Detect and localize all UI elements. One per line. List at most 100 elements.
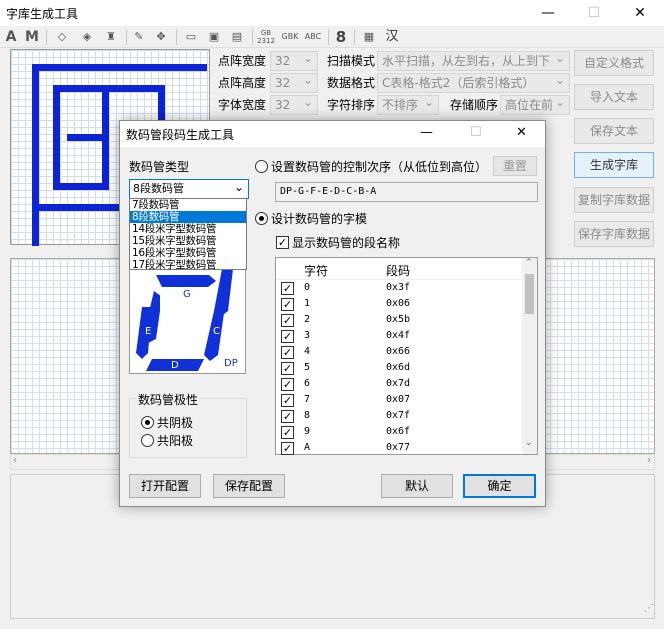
row-checkbox[interactable]: ✓ [281, 426, 294, 439]
dialog-title-bar: 数码管段码生成工具 — ☐ ✕ [120, 121, 545, 147]
scroll-left-icon[interactable]: ‹ [13, 455, 17, 466]
row-checkbox[interactable]: ✓ [281, 362, 294, 375]
table-row[interactable]: ✓ 8 0x7f [276, 408, 522, 424]
dropdown-option[interactable]: 7段数码管 [130, 199, 246, 211]
row-code: 0x3f [386, 282, 411, 293]
data-format-select[interactable]: C表格-格式2（后索引格式） [377, 73, 570, 93]
dot-height-select[interactable]: 32 [270, 73, 318, 93]
dropdown-option-selected[interactable]: 8段数码管 [130, 211, 246, 223]
row-checkbox[interactable]: ✓ [281, 330, 294, 343]
row-checkbox[interactable]: ✓ [281, 378, 294, 391]
save-as-icon[interactable]: ▤ [228, 28, 246, 46]
dropdown-option[interactable]: 16段米字型数码管 [130, 247, 246, 259]
row-char: 4 [304, 346, 311, 357]
dialog-close-button[interactable]: ✕ [516, 125, 527, 140]
custom-format-button[interactable]: 自定义格式 [574, 50, 654, 76]
row-checkbox[interactable]: ✓ [281, 298, 294, 311]
dialog-minimize-button[interactable]: — [420, 125, 433, 140]
save-config-button[interactable]: 保存配置 [213, 474, 285, 498]
scroll-down-icon[interactable]: ⌄ [525, 438, 533, 448]
table-row[interactable]: ✓ 3 0x4f [276, 328, 522, 344]
column-header-code[interactable]: 段码 [386, 262, 410, 279]
generate-font-button[interactable]: 生成字库 [574, 152, 654, 178]
design-glyph-radio[interactable] [255, 212, 268, 225]
abc-tool[interactable]: ABC [303, 28, 323, 46]
dropdown-option[interactable]: 17段米字型数码管 [130, 259, 246, 271]
list-header: 字符 段码 [276, 258, 522, 280]
common-cathode-label: 共阴极 [157, 416, 194, 430]
eraser-icon[interactable]: ◇ [54, 28, 70, 46]
table-row[interactable]: ✓ 7 0x07 [276, 392, 522, 408]
table-row[interactable]: ✓ 0 0x3f [276, 280, 522, 296]
copy-font-data-button[interactable]: 复制字库数据 [574, 187, 654, 213]
default-button[interactable]: 默认 [381, 474, 453, 498]
dropdown-option[interactable]: 15段米字型数码管 [130, 235, 246, 247]
save-font-data-button[interactable]: 保存字库数据 [574, 221, 654, 247]
row-char: 7 [304, 394, 311, 405]
close-button[interactable]: ✕ [617, 0, 663, 26]
table-row[interactable]: ✓ 2 0x5b [276, 312, 522, 328]
save-icon[interactable]: ▣ [206, 28, 222, 46]
move-icon[interactable]: ✥ [152, 28, 170, 46]
row-char: 3 [304, 330, 311, 341]
seven-segment-tool[interactable]: 8 [334, 28, 348, 46]
row-char: 2 [304, 314, 311, 325]
confirm-button[interactable]: 确定 [463, 474, 536, 498]
toolbar-separator [354, 29, 355, 45]
stamp-icon[interactable]: ♜ [102, 28, 120, 46]
row-checkbox[interactable]: ✓ [281, 442, 294, 455]
char-sort-select[interactable]: 不排序 [377, 95, 439, 115]
reset-button[interactable]: 重置 [493, 156, 537, 176]
toolbar-separator [252, 29, 253, 45]
dialog-maximize-button[interactable]: ☐ [470, 125, 482, 140]
row-checkbox[interactable]: ✓ [281, 410, 294, 423]
column-header-char[interactable]: 字符 [304, 262, 328, 279]
control-order-radio[interactable] [255, 160, 268, 173]
glyph-stroke [53, 183, 109, 190]
scroll-right-icon[interactable]: › [647, 455, 651, 466]
storage-order-select[interactable]: 高位在前 [500, 95, 570, 115]
font-width-select[interactable]: 32 [270, 95, 318, 115]
vertical-scrollbar[interactable]: ⌃ ⌄ [522, 258, 537, 454]
grid-icon[interactable]: ▦ [362, 28, 376, 46]
table-row[interactable]: ✓ A 0x77 [276, 440, 522, 456]
common-cathode-radio[interactable] [141, 416, 154, 429]
pencil-icon[interactable]: ✎ [132, 28, 146, 46]
import-text-button[interactable]: 导入文本 [574, 84, 654, 110]
table-row[interactable]: ✓ 5 0x6d [276, 360, 522, 376]
row-checkbox[interactable]: ✓ [281, 282, 294, 295]
chinese-tool[interactable]: 汉 [384, 28, 400, 46]
row-checkbox[interactable]: ✓ [281, 314, 294, 327]
open-config-button[interactable]: 打开配置 [129, 474, 201, 498]
segment-code-list[interactable]: 字符 段码 ✓ 0 0x3f ✓ 1 0x06 ✓ 2 0x5b ✓ 3 0x4f ✓ 4 0x66 ✓ 5 0x… [275, 257, 538, 455]
table-row[interactable]: ✓ 9 0x6f [276, 424, 522, 440]
dot-width-select[interactable]: 32 [270, 51, 318, 71]
segment-type-dropdown-list[interactable]: 7段数码管 8段数码管 14段米字型数码管 15段米字型数码管 16段米字型数码… [129, 198, 247, 271]
control-order-field[interactable]: DP-G-F-E-D-C-B-A [275, 182, 538, 202]
common-anode-radio[interactable] [141, 434, 154, 447]
row-checkbox[interactable]: ✓ [281, 346, 294, 359]
segment-type-select[interactable]: 8段数码管 ⌄ [129, 179, 249, 199]
open-folder-icon[interactable]: ▭ [182, 28, 200, 46]
gb2312-tool[interactable]: GB 2312 [256, 28, 276, 46]
resize-grip-icon[interactable]: ⋰ [644, 603, 654, 614]
table-row[interactable]: ✓ 1 0x06 [276, 296, 522, 312]
scroll-up-icon[interactable]: ⌃ [525, 258, 533, 268]
segment-type-label: 数码管类型 [129, 160, 190, 174]
minimize-button[interactable]: — [525, 0, 571, 26]
dropdown-option[interactable]: 14段米字型数码管 [130, 223, 246, 235]
row-checkbox[interactable]: ✓ [281, 394, 294, 407]
fill-icon[interactable]: ◈ [78, 28, 96, 46]
table-row[interactable]: ✓ 4 0x66 [276, 344, 522, 360]
show-segment-names-checkbox[interactable]: ✓ [276, 236, 289, 249]
table-row[interactable]: ✓ 6 0x7d [276, 376, 522, 392]
font-m-tool[interactable]: M [24, 28, 40, 46]
scan-mode-select[interactable]: 水平扫描，从左到右，从上到下 [377, 51, 570, 71]
font-a-tool[interactable]: A [4, 28, 18, 46]
scroll-thumb[interactable] [525, 274, 534, 314]
save-text-button[interactable]: 保存文本 [574, 118, 654, 144]
gbk-tool[interactable]: GBK [280, 28, 300, 46]
glyph-stroke [32, 64, 207, 71]
app-title: 字库生成工具 [6, 7, 79, 21]
maximize-button[interactable]: ☐ [571, 0, 617, 26]
